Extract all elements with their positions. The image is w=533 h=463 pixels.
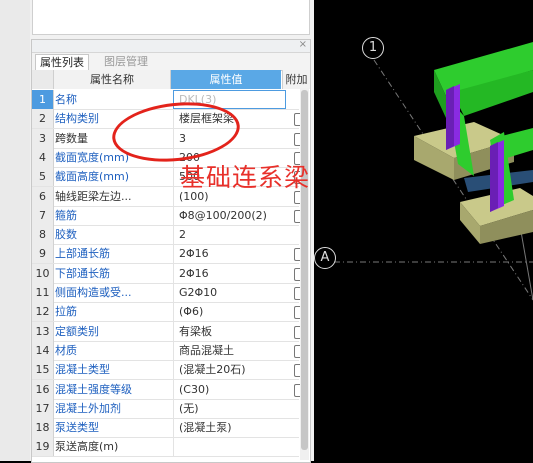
upper-pane — [32, 0, 310, 35]
3d-viewport[interactable]: 1 A — [314, 0, 533, 461]
property-name: 泵送类型 — [55, 421, 99, 435]
row-number: 3 — [32, 128, 54, 148]
table-row[interactable]: 10 下部通长筋 2Φ16 — [32, 263, 307, 284]
row-number: 16 — [32, 379, 54, 399]
table-row[interactable]: 9 上部通长筋 2Φ16 — [32, 244, 307, 265]
table-row[interactable]: 18 泵送类型 (混凝土泵) — [32, 418, 299, 439]
header-extra: 附加 — [282, 70, 310, 89]
property-value[interactable]: (Φ6) — [173, 302, 285, 322]
property-name: 轴线距梁左边... — [55, 189, 132, 203]
row-number: 7 — [32, 205, 54, 225]
axis-marker-a: A — [314, 247, 336, 269]
property-value[interactable]: (无) — [173, 398, 285, 418]
property-value[interactable] — [173, 437, 285, 457]
property-name: 泵送高度(m) — [55, 440, 119, 454]
property-value[interactable]: (混凝土20石) — [173, 360, 285, 380]
row-number: 1 — [32, 90, 54, 109]
scrollbar-thumb[interactable] — [301, 90, 308, 450]
row-number: 14 — [32, 340, 54, 360]
header-property-name: 属性名称 — [54, 70, 171, 89]
property-name: 拉筋 — [55, 305, 77, 319]
vertical-scrollbar[interactable] — [300, 88, 309, 460]
3d-model-canvas — [334, 42, 533, 301]
property-name: 混凝土强度等级 — [55, 382, 132, 396]
table-row[interactable]: 15 混凝土类型 (混凝土20石) — [32, 360, 307, 381]
property-name: 下部通长筋 — [55, 266, 110, 280]
property-name: 胶数 — [55, 228, 77, 242]
table-row[interactable]: 12 拉筋 (Φ6) — [32, 302, 307, 323]
row-number: 4 — [32, 147, 54, 167]
left-panel: × 属性列表 图层管理 属性名称 属性值 附加 1 名称 DKL(3) 2 结构类别 楼层… — [0, 0, 314, 463]
property-name: 混凝土外加剂 — [55, 401, 121, 415]
table-row[interactable]: 13 定额类别 有梁板 — [32, 321, 307, 342]
property-value[interactable]: (混凝土泵) — [173, 418, 285, 438]
table-row[interactable]: 7 箍筋 Φ8@100/200(2) — [32, 205, 307, 226]
property-value[interactable]: Φ8@100/200(2) — [173, 205, 285, 225]
property-name: 箍筋 — [55, 208, 77, 222]
row-number: 5 — [32, 167, 54, 187]
table-row[interactable]: 17 混凝土外加剂 (无) — [32, 398, 299, 419]
table-row[interactable]: 16 混凝土强度等级 (C30) — [32, 379, 307, 400]
row-number: 17 — [32, 398, 54, 418]
header-row-number — [32, 70, 54, 89]
close-icon[interactable]: × — [299, 39, 307, 50]
property-name: 定额类别 — [55, 324, 99, 338]
property-value[interactable]: 2Φ16 — [173, 244, 285, 264]
table-row[interactable]: 8 胶数 2 — [32, 225, 299, 246]
row-number: 12 — [32, 302, 54, 322]
property-value[interactable]: 有梁板 — [173, 321, 285, 341]
row-number: 2 — [32, 109, 54, 129]
property-name: 混凝土类型 — [55, 363, 110, 377]
property-name: 上部通长筋 — [55, 247, 110, 261]
property-value[interactable]: (C30) — [173, 379, 285, 399]
row-number: 13 — [32, 321, 54, 341]
property-value[interactable]: 2Φ16 — [173, 263, 285, 283]
row-number: 10 — [32, 263, 54, 283]
axis-marker-1: 1 — [362, 37, 384, 59]
column-side — [446, 86, 454, 150]
header-property-value: 属性值 — [171, 70, 281, 89]
property-value[interactable]: G2Φ10 — [173, 283, 285, 302]
row-number: 19 — [32, 437, 54, 457]
panel-header: × — [32, 39, 310, 53]
row-number: 15 — [32, 360, 54, 380]
table-row[interactable]: 11 侧面构造或受... G2Φ10 — [32, 283, 307, 303]
property-value[interactable]: 商品混凝土 — [173, 340, 285, 360]
tab-layer-management[interactable]: 图层管理 — [100, 54, 152, 69]
row-number: 11 — [32, 283, 54, 302]
property-name: 材质 — [55, 343, 77, 357]
row-number: 9 — [32, 244, 54, 264]
annotation-text: 基础连系梁 — [180, 163, 311, 192]
tab-property-list[interactable]: 属性列表 — [35, 54, 89, 71]
table-row[interactable]: 14 材质 商品混凝土 — [32, 340, 307, 361]
side-gutter — [0, 0, 30, 461]
panel-tabs: 属性列表 图层管理 — [32, 53, 310, 71]
table-row[interactable]: 19 泵送高度(m) — [32, 437, 299, 458]
column-side — [490, 142, 498, 212]
row-number: 18 — [32, 418, 54, 438]
row-number: 8 — [32, 225, 54, 245]
property-name: 截面高度(mm) — [55, 170, 130, 184]
row-number: 6 — [32, 186, 54, 206]
property-name: 侧面构造或受... — [55, 286, 132, 299]
property-value[interactable]: 2 — [173, 225, 285, 245]
